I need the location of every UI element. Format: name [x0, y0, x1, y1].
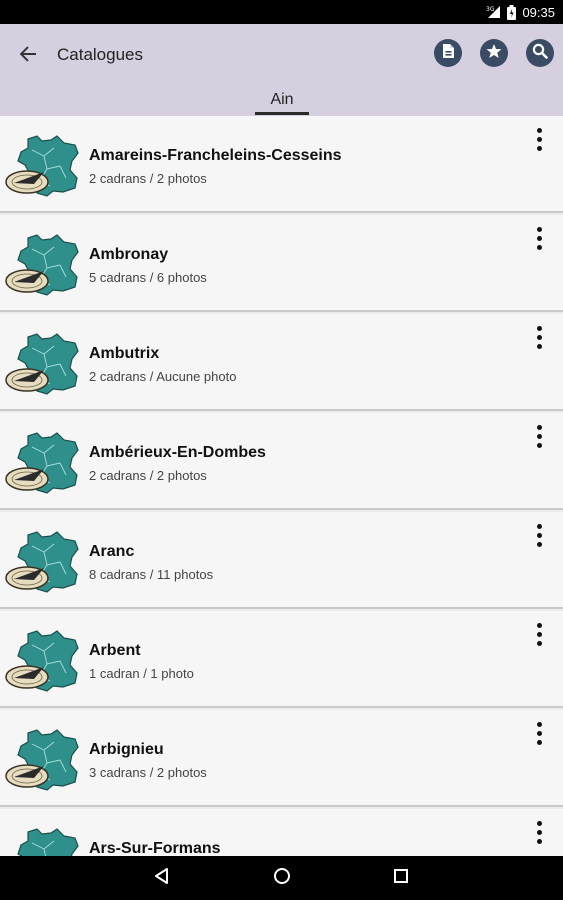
list-item[interactable]: Aranc 8 cadrans / 11 photos: [0, 512, 563, 609]
more-vert-dot: [536, 838, 542, 844]
item-subtitle: 2 cadrans / 2 photos: [89, 171, 207, 186]
sundial-france-map-icon: [4, 530, 82, 594]
more-vert-dot: [536, 730, 542, 736]
nav-home-icon: [273, 867, 291, 890]
more-options-button[interactable]: [529, 718, 549, 748]
more-vert-icon: [536, 325, 542, 331]
item-title: Amareins-Francheleins-Cesseins: [89, 147, 342, 164]
pdf-button[interactable]: [434, 39, 462, 67]
more-vert-dot: [536, 640, 542, 646]
list-item[interactable]: Ambutrix 2 cadrans / Aucune photo: [0, 314, 563, 411]
list-item[interactable]: Ambronay 5 cadrans / 6 photos: [0, 215, 563, 312]
signal-icon: 3G: [485, 5, 501, 19]
more-vert-dot: [536, 739, 542, 745]
more-options-button[interactable]: [529, 322, 549, 352]
more-options-button[interactable]: [529, 124, 549, 154]
more-vert-dot: [536, 541, 542, 547]
sundial-france-map-icon: [4, 728, 82, 792]
page-title: Catalogues: [57, 45, 144, 64]
nav-back-button[interactable]: [150, 866, 174, 890]
svg-text:3G: 3G: [486, 6, 495, 13]
nav-recents-button[interactable]: [389, 866, 413, 890]
catalogue-list[interactable]: Amareins-Francheleins-Cesseins 2 cadrans…: [0, 116, 563, 856]
status-time: 09:35: [522, 4, 555, 20]
more-vert-dot: [536, 433, 542, 439]
item-subtitle: 3 cadrans / 2 photos: [89, 765, 207, 780]
status-bar: 3G 09:35: [0, 0, 563, 24]
more-vert-icon: [536, 622, 542, 628]
more-vert-dot: [536, 829, 542, 835]
item-title: Ambronay: [89, 246, 169, 263]
more-vert-icon: [536, 424, 542, 430]
more-vert-icon: [536, 226, 542, 232]
nav-home-button[interactable]: [270, 866, 294, 890]
tab-indicator: [255, 112, 309, 115]
back-button[interactable]: [14, 42, 42, 70]
more-vert-dot: [536, 136, 542, 142]
item-subtitle: 2 cadrans / 2 photos: [89, 468, 207, 483]
item-title: Ars-Sur-Formans: [89, 840, 221, 856]
list-item[interactable]: Amareins-Francheleins-Cesseins 2 cadrans…: [0, 116, 563, 213]
system-nav-bar: [0, 856, 563, 900]
more-vert-dot: [536, 631, 542, 637]
more-options-button[interactable]: [529, 520, 549, 550]
more-vert-icon: [536, 127, 542, 133]
more-vert-dot: [536, 244, 542, 250]
sundial-france-map-icon: [4, 332, 82, 396]
more-vert-dot: [536, 235, 542, 241]
more-vert-dot: [536, 442, 542, 448]
more-vert-icon: [536, 721, 542, 727]
more-vert-dot: [536, 145, 542, 151]
list-item[interactable]: Ambérieux-En-Dombes 2 cadrans / 2 photos: [0, 413, 563, 510]
item-title: Arbent: [89, 642, 141, 659]
item-subtitle: 8 cadrans / 11 photos: [89, 567, 214, 582]
item-title: Arbignieu: [89, 741, 164, 758]
more-options-button[interactable]: [529, 223, 549, 253]
list-item[interactable]: Arbignieu 3 cadrans / 2 photos: [0, 710, 563, 807]
more-options-button[interactable]: [529, 619, 549, 649]
nav-back-icon: [154, 867, 170, 890]
more-options-button[interactable]: [529, 421, 549, 451]
nav-recents-icon: [393, 868, 409, 889]
status-icons: 3G 09:35: [485, 0, 555, 24]
search-icon: [532, 43, 548, 64]
list-item[interactable]: Ars-Sur-Formans: [0, 809, 563, 856]
sundial-france-map-icon: [4, 431, 82, 495]
star-icon: [486, 43, 502, 64]
more-options-button[interactable]: [529, 817, 549, 847]
arrow-back-icon: [19, 45, 37, 68]
item-title: Aranc: [89, 543, 135, 560]
more-vert-icon: [536, 820, 542, 826]
search-button[interactable]: [526, 39, 554, 67]
sundial-france-map-icon: [4, 827, 82, 856]
item-title: Ambérieux-En-Dombes: [89, 444, 266, 461]
app-bar: Catalogues Ain: [0, 24, 563, 116]
more-vert-dot: [536, 343, 542, 349]
more-vert-icon: [536, 523, 542, 529]
sundial-france-map-icon: [4, 233, 82, 297]
pdf-document-icon: [440, 43, 456, 64]
more-vert-dot: [536, 334, 542, 340]
favorites-button[interactable]: [480, 39, 508, 67]
sundial-france-map-icon: [4, 629, 82, 693]
more-vert-dot: [536, 532, 542, 538]
list-item[interactable]: Arbent 1 cadran / 1 photo: [0, 611, 563, 708]
item-subtitle: 2 cadrans / Aucune photo: [89, 369, 237, 384]
sundial-france-map-icon: [4, 134, 82, 198]
item-subtitle: 5 cadrans / 6 photos: [89, 270, 207, 285]
battery-icon: [507, 4, 517, 20]
item-subtitle: 1 cadran / 1 photo: [89, 666, 194, 681]
item-title: Ambutrix: [89, 345, 160, 362]
